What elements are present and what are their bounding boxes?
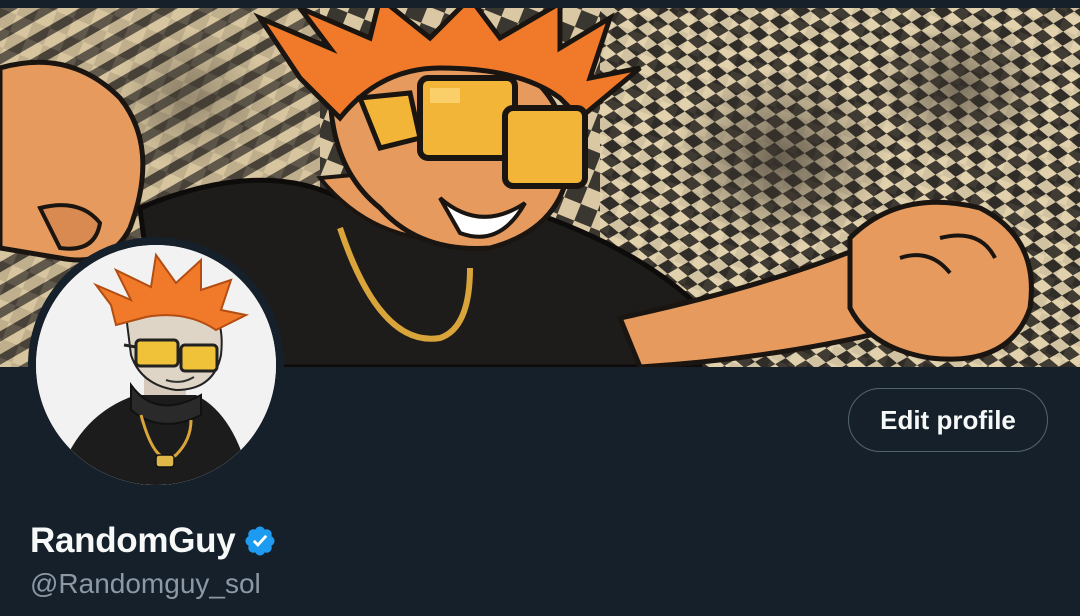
- profile-header: Edit profile RandomGuy @Randomguy_sol: [0, 0, 1080, 616]
- user-handle: @Randomguy_sol: [30, 568, 261, 599]
- verified-badge-icon[interactable]: [243, 524, 277, 558]
- top-edge: [0, 0, 1080, 8]
- avatar[interactable]: [36, 245, 276, 485]
- display-name: RandomGuy: [30, 521, 236, 560]
- edit-profile-button[interactable]: Edit profile: [848, 388, 1048, 452]
- avatar-ring: [28, 237, 284, 493]
- name-row: RandomGuy: [30, 518, 277, 564]
